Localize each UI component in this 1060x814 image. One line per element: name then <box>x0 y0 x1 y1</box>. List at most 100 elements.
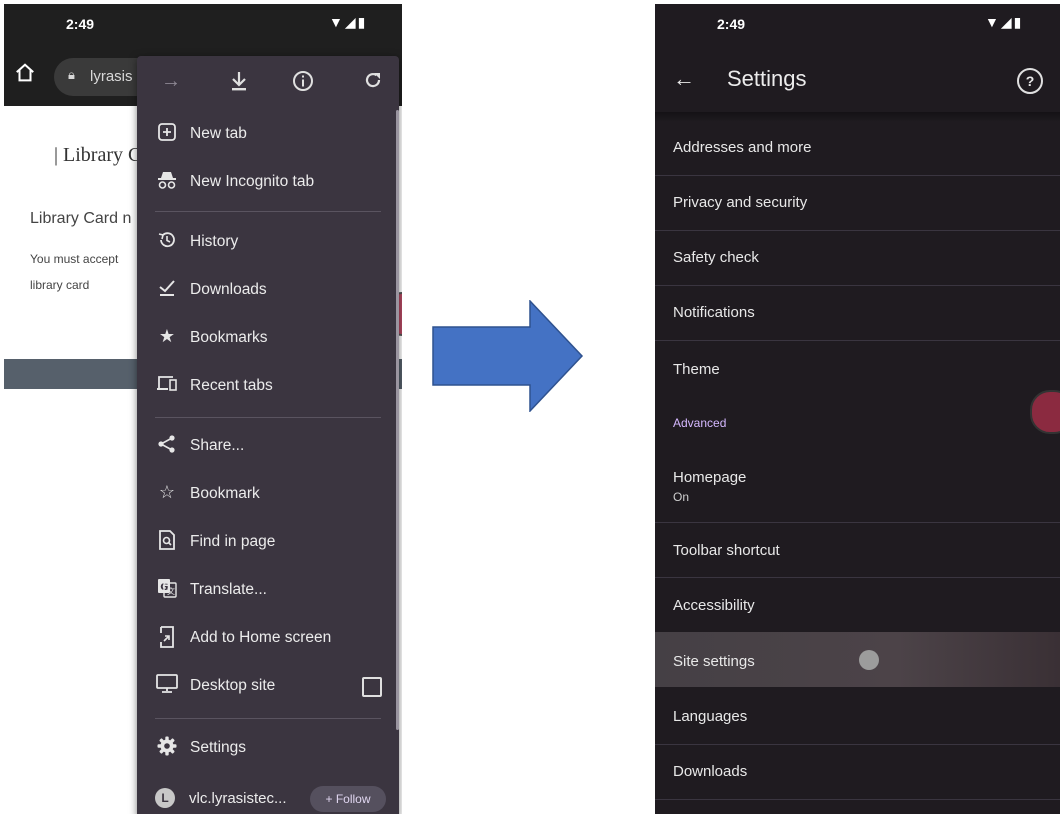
devices-icon <box>155 374 179 398</box>
desktop-site-checkbox[interactable] <box>362 677 382 697</box>
reload-icon[interactable] <box>359 70 387 98</box>
menu-item-label: Find in page <box>190 533 276 550</box>
menu-item-label: Bookmarks <box>190 329 268 346</box>
settings-row-safety-check[interactable]: Safety check <box>655 230 1060 285</box>
back-arrow-icon[interactable]: ← <box>673 66 695 92</box>
account-name[interactable]: vlc.lyrasistec... <box>189 790 287 807</box>
menu-item-find-in-page[interactable]: Find in page <box>137 518 392 566</box>
left-phone-screen: 2:49 ▼◢▮ 🔒︎ lyrasis | Library C Library … <box>4 4 402 814</box>
menu-divider <box>155 211 381 212</box>
settings-header: ← Settings ? <box>655 48 1060 112</box>
settings-row-label: Privacy and security <box>673 194 808 211</box>
home-icon[interactable] <box>14 62 44 92</box>
menu-divider <box>155 718 381 719</box>
menu-item-add-to-home-screen[interactable]: Add to Home screen <box>137 614 392 662</box>
menu-scrollbar[interactable] <box>396 110 399 730</box>
menu-item-new-incognito-tab[interactable]: New Incognito tab <box>137 158 392 206</box>
settings-row-downloads[interactable]: Downloads <box>655 744 1060 799</box>
desktop-icon <box>155 674 179 698</box>
download-icon[interactable] <box>225 70 253 98</box>
page-body-text: You must accept <box>30 252 119 266</box>
floating-action-button[interactable] <box>1030 390 1060 434</box>
settings-section-advanced: Advanced <box>655 399 1060 430</box>
section-header: Advanced <box>673 416 727 430</box>
gear-icon <box>155 736 179 760</box>
settings-row-theme[interactable]: Theme <box>655 340 1060 395</box>
menu-item-label: New Incognito tab <box>190 173 315 190</box>
incognito-icon <box>155 170 179 194</box>
menu-item-history[interactable]: History <box>137 218 392 266</box>
url-text: lyrasis <box>90 68 133 85</box>
settings-row-label: Theme <box>673 361 720 378</box>
status-time: 2:49 <box>717 16 746 32</box>
menu-item-translate[interactable]: G文 Translate... <box>137 566 392 614</box>
settings-row-label: Languages <box>673 708 748 725</box>
settings-row-label: Safety check <box>673 249 759 266</box>
find-in-page-icon <box>155 530 179 554</box>
settings-row-accessibility[interactable]: Accessibility <box>655 577 1060 632</box>
menu-divider <box>155 417 381 418</box>
star-outline-icon: ☆ <box>158 482 176 502</box>
status-bar: 2:49 ▼◢▮ <box>655 4 1060 48</box>
menu-item-label: Downloads <box>190 281 267 298</box>
settings-row-notifications[interactable]: Notifications <box>655 285 1060 340</box>
forward-icon[interactable]: → <box>157 70 185 98</box>
history-icon <box>155 230 179 254</box>
menu-item-label: Bookmark <box>190 485 260 502</box>
page-title: | Library C <box>54 144 142 166</box>
menu-item-label: Translate... <box>190 581 267 598</box>
menu-toolbar: → <box>137 56 399 110</box>
page-body-text: library card <box>30 278 90 292</box>
avatar: L <box>155 788 175 808</box>
menu-item-label: Share... <box>190 437 245 454</box>
menu-item-new-tab[interactable]: New tab <box>137 110 392 158</box>
downloads-check-icon <box>155 278 179 302</box>
menu-item-share[interactable]: Share... <box>137 422 392 470</box>
star-filled-icon: ★ <box>158 326 176 346</box>
status-time: 2:49 <box>66 16 95 32</box>
settings-row-site-settings[interactable]: Site settings <box>655 632 1060 687</box>
new-tab-icon <box>155 122 179 146</box>
menu-item-settings[interactable]: Settings <box>137 724 392 772</box>
menu-item-downloads[interactable]: Downloads <box>137 266 392 314</box>
settings-row-value: On <box>673 490 690 504</box>
menu-item-label: Desktop site <box>190 677 276 694</box>
menu-item-bookmark[interactable]: ☆ Bookmark <box>137 470 392 518</box>
settings-row-privacy[interactable]: Privacy and security <box>655 175 1060 230</box>
touch-indicator <box>859 650 879 670</box>
settings-row-label: Toolbar shortcut <box>673 542 780 559</box>
status-icons: ▼◢▮ <box>329 14 368 30</box>
settings-row-homepage[interactable]: Homepage On <box>655 454 1060 516</box>
share-icon <box>155 434 179 458</box>
status-icons: ▼◢▮ <box>985 14 1024 30</box>
menu-item-label: Recent tabs <box>190 377 273 394</box>
help-icon[interactable]: ? <box>1017 68 1043 94</box>
menu-item-label: Settings <box>190 739 247 756</box>
lock-icon: 🔒︎ <box>68 67 75 82</box>
menu-item-bookmarks[interactable]: ★ Bookmarks <box>137 314 392 362</box>
settings-row-languages[interactable]: Languages <box>655 689 1060 744</box>
menu-item-label: New tab <box>190 125 247 142</box>
menu-item-label: History <box>190 233 239 250</box>
info-icon[interactable] <box>289 70 317 98</box>
settings-row-toolbar-shortcut[interactable]: Toolbar shortcut <box>655 522 1060 577</box>
settings-row-label: Site settings <box>673 653 755 670</box>
menu-account-footer: L vlc.lyrasistec... + Follow <box>137 778 399 814</box>
svg-text:文: 文 <box>167 586 175 596</box>
settings-row-label: Downloads <box>673 763 748 780</box>
translate-icon: G文 <box>155 578 179 602</box>
settings-row-label: Addresses and more <box>673 139 812 156</box>
add-to-home-icon <box>155 626 179 650</box>
menu-item-recent-tabs[interactable]: Recent tabs <box>137 362 392 410</box>
divider <box>655 799 1060 800</box>
status-bar: 2:49 ▼◢▮ <box>4 4 402 48</box>
settings-row-label: Homepage <box>673 469 747 486</box>
menu-item-label: Add to Home screen <box>190 629 332 646</box>
follow-button[interactable]: + Follow <box>310 786 386 812</box>
menu-item-desktop-site[interactable]: Desktop site <box>137 662 392 710</box>
overflow-menu: → New tab New Incognito tab History Down… <box>137 56 399 814</box>
settings-row-label: Notifications <box>673 304 755 321</box>
settings-row-addresses[interactable]: Addresses and more <box>655 120 1060 175</box>
right-phone-screen: 2:49 ▼◢▮ ← Settings ? Addresses and more… <box>655 4 1060 814</box>
page-subtitle: Library Card n <box>30 210 132 227</box>
